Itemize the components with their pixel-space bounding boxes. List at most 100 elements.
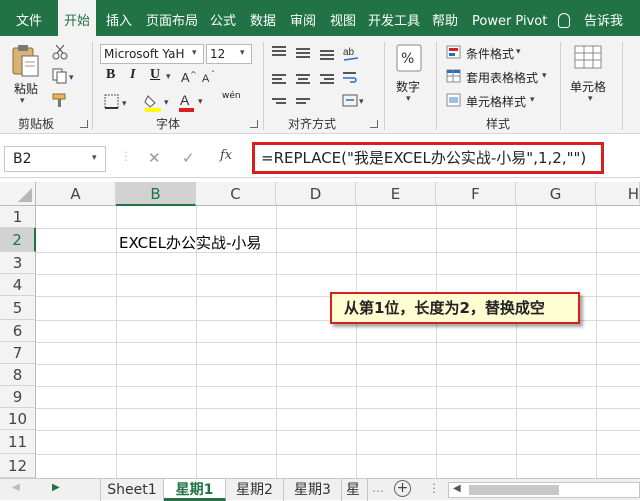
font-size-dropdown-icon[interactable]: ▾ — [240, 48, 245, 58]
clipboard-launcher-icon[interactable] — [80, 120, 88, 128]
scroll-next-sheet-icon[interactable]: ▶ — [52, 482, 60, 493]
row-header-7[interactable]: 7 — [0, 342, 36, 364]
underline-dropdown-icon[interactable]: ▾ — [166, 72, 171, 82]
column-header-c[interactable]: C — [196, 182, 276, 206]
row-header-4[interactable]: 4 — [0, 274, 36, 296]
name-box-dropdown-icon[interactable]: ▾ — [92, 153, 97, 163]
cut-icon[interactable] — [52, 44, 68, 64]
underline-button[interactable]: U — [150, 67, 160, 83]
row-header-1[interactable]: 1 — [0, 206, 36, 228]
font-name-box[interactable]: Microsoft YaH — [100, 44, 204, 64]
bold-button[interactable]: B — [106, 67, 115, 83]
tab-review[interactable]: 审阅 — [290, 0, 316, 36]
column-header-h[interactable]: H — [596, 182, 640, 206]
name-box[interactable]: B2 — [4, 146, 106, 172]
tab-splitter-icon[interactable]: ⋮ — [428, 481, 440, 495]
table-format-icon[interactable] — [446, 69, 462, 87]
formula-input[interactable]: =REPLACE("我是EXCEL办公实战-小易",1,2,"") — [252, 142, 604, 174]
cell-style-icon[interactable] — [446, 93, 462, 111]
tab-power-pivot[interactable]: Power Pivot — [472, 0, 547, 36]
scroll-first-sheet-icon[interactable]: ◀ — [12, 482, 20, 493]
merge-center-icon[interactable]: ▾ — [342, 94, 368, 112]
add-sheet-icon[interactable]: + — [394, 480, 411, 497]
phonetic-guide-icon[interactable]: wén — [222, 91, 241, 101]
orientation-icon[interactable]: ab — [342, 44, 362, 66]
column-header-b[interactable]: B — [116, 182, 196, 206]
row-header-3[interactable]: 3 — [0, 252, 36, 274]
cancel-icon[interactable]: ✕ — [148, 149, 161, 167]
row-header-2[interactable]: 2 — [0, 228, 36, 252]
tab-home[interactable]: 开始 — [58, 0, 97, 38]
cells-icon[interactable] — [574, 44, 604, 76]
table-format-button[interactable]: 套用表格格式 — [466, 69, 538, 86]
border-icon[interactable]: ▾ — [104, 94, 134, 114]
alignment-buttons[interactable] — [272, 46, 342, 106]
number-dropdown-icon[interactable]: ▾ — [406, 94, 411, 104]
paste-dropdown-icon[interactable]: ▾ — [20, 96, 25, 106]
alignment-launcher-icon[interactable] — [370, 120, 378, 128]
tab-help[interactable]: 帮助 — [432, 0, 458, 36]
column-header-d[interactable]: D — [276, 182, 356, 206]
tab-data[interactable]: 数据 — [250, 0, 276, 36]
font-color-icon[interactable]: A ▾ — [178, 91, 208, 116]
font-launcher-icon[interactable] — [250, 120, 258, 128]
row-header-10[interactable]: 10 — [0, 408, 36, 430]
tell-me[interactable]: 告诉我 — [584, 0, 623, 36]
tab-developer[interactable]: 开发工具 — [368, 0, 420, 36]
svg-text:ab: ab — [343, 47, 355, 58]
tab-file[interactable]: 文件 — [16, 0, 42, 36]
column-header-e[interactable]: E — [356, 182, 436, 206]
group-divider — [263, 42, 264, 130]
fill-color-icon[interactable]: ▾ — [144, 92, 174, 116]
tab-formulas[interactable]: 公式 — [210, 0, 236, 36]
paste-label: 粘贴 — [14, 82, 39, 96]
sheet-tab-sheet1[interactable]: Sheet1 — [100, 479, 164, 501]
column-header-g[interactable]: G — [516, 182, 596, 206]
cell-style-dropdown-icon[interactable]: ▾ — [530, 95, 535, 105]
paste-button[interactable] — [10, 44, 40, 82]
gridline — [36, 408, 640, 409]
select-all-corner[interactable] — [0, 182, 36, 206]
italic-button[interactable]: I — [130, 67, 135, 83]
format-painter-icon[interactable] — [52, 92, 68, 112]
row-header-6[interactable]: 6 — [0, 320, 36, 342]
font-grow-icon[interactable]: A ^ A ˇ — [180, 69, 220, 89]
insert-function-icon[interactable]: fx — [220, 148, 232, 163]
cell-b2[interactable]: EXCEL办公实战-小易 — [119, 232, 261, 253]
cell-style-button[interactable]: 单元格样式 — [466, 93, 526, 110]
cells-dropdown-icon[interactable]: ▾ — [588, 94, 593, 104]
copy-icon[interactable]: ▾ — [52, 68, 78, 88]
conditional-format-icon[interactable] — [446, 45, 462, 63]
font-size-box[interactable]: 12 — [206, 44, 252, 64]
row-header-5[interactable]: 5 — [0, 296, 36, 320]
column-header-f[interactable]: F — [436, 182, 516, 206]
table-format-dropdown-icon[interactable]: ▾ — [542, 71, 547, 81]
percent-format-icon[interactable]: % — [396, 44, 422, 76]
tab-page-layout[interactable]: 页面布局 — [146, 0, 198, 36]
horizontal-scrollbar[interactable]: ◀ — [448, 482, 640, 498]
wrap-text-icon[interactable] — [342, 70, 358, 88]
sheet-tab-4[interactable]: 星期3 — [284, 479, 342, 501]
conditional-format-dropdown-icon[interactable]: ▾ — [516, 47, 521, 57]
tab-insert[interactable]: 插入 — [106, 0, 132, 36]
svg-text:▾: ▾ — [198, 97, 203, 107]
scrollbar-thumb[interactable] — [469, 485, 559, 495]
font-name-dropdown-icon[interactable]: ▾ — [192, 48, 197, 58]
splitter-icon[interactable]: ⋮ — [120, 149, 132, 163]
cells-button[interactable]: 单元格 — [570, 78, 606, 95]
conditional-format-button[interactable]: 条件格式 — [466, 45, 514, 62]
tab-view[interactable]: 视图 — [330, 0, 356, 36]
row-header-11[interactable]: 11 — [0, 430, 36, 454]
scroll-left-icon[interactable]: ◀ — [453, 483, 461, 494]
sheet-tab-5[interactable]: 星 — [342, 479, 368, 501]
enter-icon[interactable]: ✓ — [182, 149, 195, 167]
number-format-button[interactable]: 数字 — [396, 78, 420, 95]
more-sheets-icon[interactable]: … — [372, 481, 384, 495]
row-header-9[interactable]: 9 — [0, 386, 36, 408]
row-header-8[interactable]: 8 — [0, 364, 36, 386]
sheet-tab-3[interactable]: 星期2 — [226, 479, 284, 501]
column-header-a[interactable]: A — [36, 182, 116, 206]
worksheet-grid[interactable]: A B C D E F G H 1 2 3 4 5 6 7 8 9 10 11 … — [0, 182, 640, 478]
row-header-12[interactable]: 12 — [0, 454, 36, 478]
sheet-tab-active[interactable]: 星期1 — [164, 479, 226, 501]
